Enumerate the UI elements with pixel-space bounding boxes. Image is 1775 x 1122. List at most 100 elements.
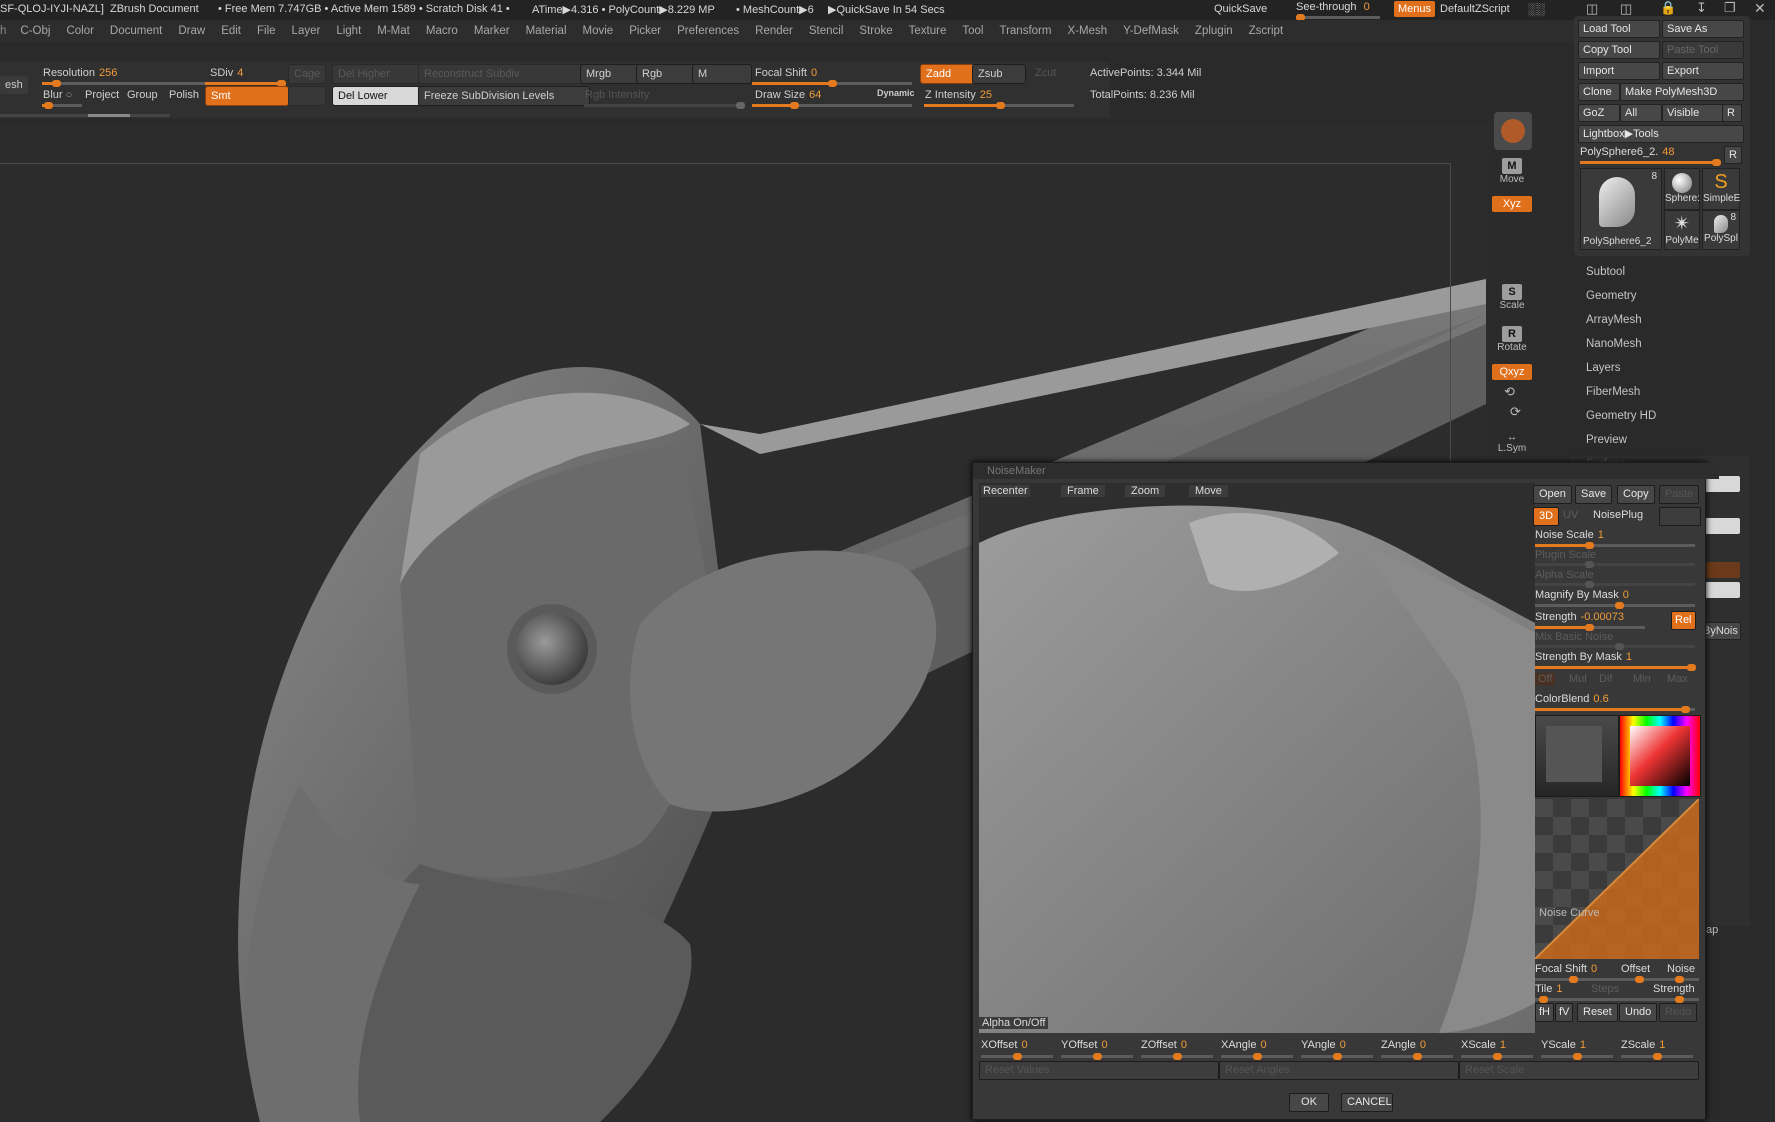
mix-basic-track[interactable]: [1535, 643, 1695, 650]
plugin-scale-track[interactable]: [1535, 561, 1695, 568]
del-lower-button[interactable]: Del Lower: [332, 86, 420, 106]
menu-render[interactable]: Render: [747, 25, 801, 37]
layout-icon[interactable]: ◫: [1620, 1, 1632, 17]
current-tool-track[interactable]: [1580, 159, 1721, 166]
clone-button[interactable]: Clone: [1578, 83, 1620, 101]
surface-button-3[interactable]: [1700, 562, 1740, 578]
sdiv-slider[interactable]: SDiv 4: [205, 64, 248, 82]
qxyz-toggle[interactable]: Qxyz: [1492, 364, 1532, 380]
tool-thumbnail-polysphere-2[interactable]: 8 PolySpl: [1702, 210, 1740, 250]
nm-save-button[interactable]: Save: [1575, 485, 1613, 504]
cancel-button[interactable]: CANCEL: [1341, 1093, 1393, 1112]
import-button[interactable]: Import: [1578, 62, 1660, 80]
noise-scale-slider[interactable]: Noise Scale 1: [1535, 529, 1604, 541]
r-button-2[interactable]: R: [1724, 146, 1742, 164]
menu-stencil[interactable]: Stencil: [801, 25, 852, 37]
noise-preview[interactable]: [979, 483, 1535, 1033]
subpalette-fibermesh[interactable]: FiberMesh: [1586, 386, 1640, 398]
param-xangle-slider[interactable]: XAngle 0: [1221, 1039, 1267, 1051]
cage-button[interactable]: Cage: [288, 64, 326, 84]
param-track[interactable]: [1461, 1053, 1533, 1060]
restore-icon[interactable]: ❐: [1724, 0, 1736, 16]
param-xscale-slider[interactable]: XScale 1: [1461, 1039, 1506, 1051]
curve-noise-slider[interactable]: Noise: [1667, 963, 1695, 975]
steps-slider[interactable]: Steps: [1591, 983, 1619, 995]
quicksave-button[interactable]: QuickSave: [1214, 3, 1267, 15]
menu-draw[interactable]: Draw: [170, 25, 213, 37]
menu-tool[interactable]: Tool: [954, 25, 991, 37]
rgb-button[interactable]: Rgb: [636, 64, 696, 84]
param-yscale-slider[interactable]: YScale 1: [1541, 1039, 1586, 1051]
surface-button-4[interactable]: [1700, 582, 1740, 598]
dock-icon[interactable]: ◫: [1586, 1, 1598, 17]
subpalette-geometry-hd[interactable]: Geometry HD: [1586, 410, 1656, 422]
mesh-button[interactable]: esh: [0, 76, 28, 94]
mix-basic-noise-slider[interactable]: Mix Basic Noise: [1535, 631, 1613, 643]
shelf-scrollbar[interactable]: [0, 114, 170, 117]
xyz-toggle[interactable]: Xyz: [1492, 196, 1532, 212]
lsym-button[interactable]: ↔ L.Sym: [1492, 432, 1532, 466]
menu-layer[interactable]: Layer: [284, 25, 329, 37]
all-button[interactable]: All: [1620, 104, 1662, 122]
blur-track[interactable]: [42, 102, 82, 109]
menu-file[interactable]: File: [249, 25, 284, 37]
noiseplug-edit-button[interactable]: [1659, 507, 1701, 526]
layout-slider-icon[interactable]: ░░: [1528, 2, 1545, 16]
minimize-icon[interactable]: ↧: [1696, 0, 1707, 16]
subpalette-arraymesh[interactable]: ArrayMesh: [1586, 314, 1642, 326]
alpha-scale-slider[interactable]: Alpha Scale: [1535, 569, 1594, 581]
polish-button[interactable]: Polish: [164, 86, 204, 104]
paste-tool-button[interactable]: Paste Tool: [1662, 41, 1744, 59]
default-zscript-button[interactable]: DefaultZScript: [1440, 3, 1510, 15]
colorblend-slider[interactable]: ColorBlend 0.6: [1535, 693, 1609, 705]
strength-by-mask-slider[interactable]: Strength By Mask 1: [1535, 651, 1632, 663]
menu-y-defmask[interactable]: Y-DefMask: [1115, 25, 1187, 37]
curve-focal-shift-slider[interactable]: Focal Shift 0: [1535, 963, 1597, 975]
curve-sliders-track[interactable]: [1535, 976, 1699, 983]
colorblend-track[interactable]: [1535, 706, 1695, 713]
tool-thumbnail-polymesh[interactable]: ✴ PolyMe: [1664, 210, 1700, 250]
menu-overflow-icon[interactable]: h: [0, 25, 12, 37]
param-track[interactable]: [981, 1053, 1053, 1060]
visible-button[interactable]: Visible: [1662, 104, 1724, 122]
param-yangle-slider[interactable]: YAngle 0: [1301, 1039, 1346, 1051]
curve-offset-slider[interactable]: Offset: [1621, 963, 1650, 975]
param-yoffset-slider[interactable]: YOffset 0: [1061, 1039, 1108, 1051]
menu-color[interactable]: Color: [58, 25, 101, 37]
m-button[interactable]: M: [692, 64, 752, 84]
param-track[interactable]: [1221, 1053, 1293, 1060]
reset-values-button[interactable]: Reset Values: [979, 1061, 1219, 1080]
zadd-button[interactable]: Zadd: [920, 64, 974, 84]
subdivide-button[interactable]: [288, 86, 326, 106]
rotate-z-icon[interactable]: ⟳: [1510, 404, 1521, 420]
menu-picker[interactable]: Picker: [621, 25, 669, 37]
menu-document[interactable]: Document: [102, 25, 170, 37]
load-tool-button[interactable]: Load Tool: [1578, 20, 1660, 38]
dynamic-toggle[interactable]: Dynamic: [872, 84, 920, 102]
mode-uv-toggle[interactable]: UV: [1563, 509, 1578, 521]
menu-zplugin[interactable]: Zplugin: [1187, 25, 1241, 37]
move-view-button[interactable]: Move: [1189, 485, 1228, 497]
see-through-slider[interactable]: See-through 0: [1296, 1, 1370, 13]
zoom-button[interactable]: Zoom: [1125, 485, 1166, 497]
subpalette-preview[interactable]: Preview: [1586, 434, 1627, 446]
menu-transform[interactable]: Transform: [991, 25, 1059, 37]
color-picker[interactable]: [1619, 715, 1701, 797]
export-button[interactable]: Export: [1662, 62, 1744, 80]
menu-zscript[interactable]: Zscript: [1241, 25, 1292, 37]
z-intensity-slider[interactable]: Z Intensity 25: [920, 86, 997, 104]
sdiv-track[interactable]: [205, 80, 286, 87]
magnify-track[interactable]: [1535, 602, 1695, 609]
color-picker-square[interactable]: [1630, 726, 1690, 786]
alpha-scale-track[interactable]: [1535, 581, 1695, 588]
goz-button[interactable]: GoZ: [1578, 104, 1620, 122]
menu-preferences[interactable]: Preferences: [669, 25, 747, 37]
zsub-button[interactable]: Zsub: [972, 64, 1026, 84]
strength-mask-track[interactable]: [1535, 664, 1696, 671]
alpha-toggle-button[interactable]: Alpha On/Off: [979, 1017, 1049, 1029]
save-as-button[interactable]: Save As: [1662, 20, 1744, 38]
r-button[interactable]: R: [1722, 104, 1742, 122]
param-track[interactable]: [1141, 1053, 1213, 1060]
z-intensity-track[interactable]: [924, 102, 1074, 109]
param-zangle-slider[interactable]: ZAngle 0: [1381, 1039, 1426, 1051]
